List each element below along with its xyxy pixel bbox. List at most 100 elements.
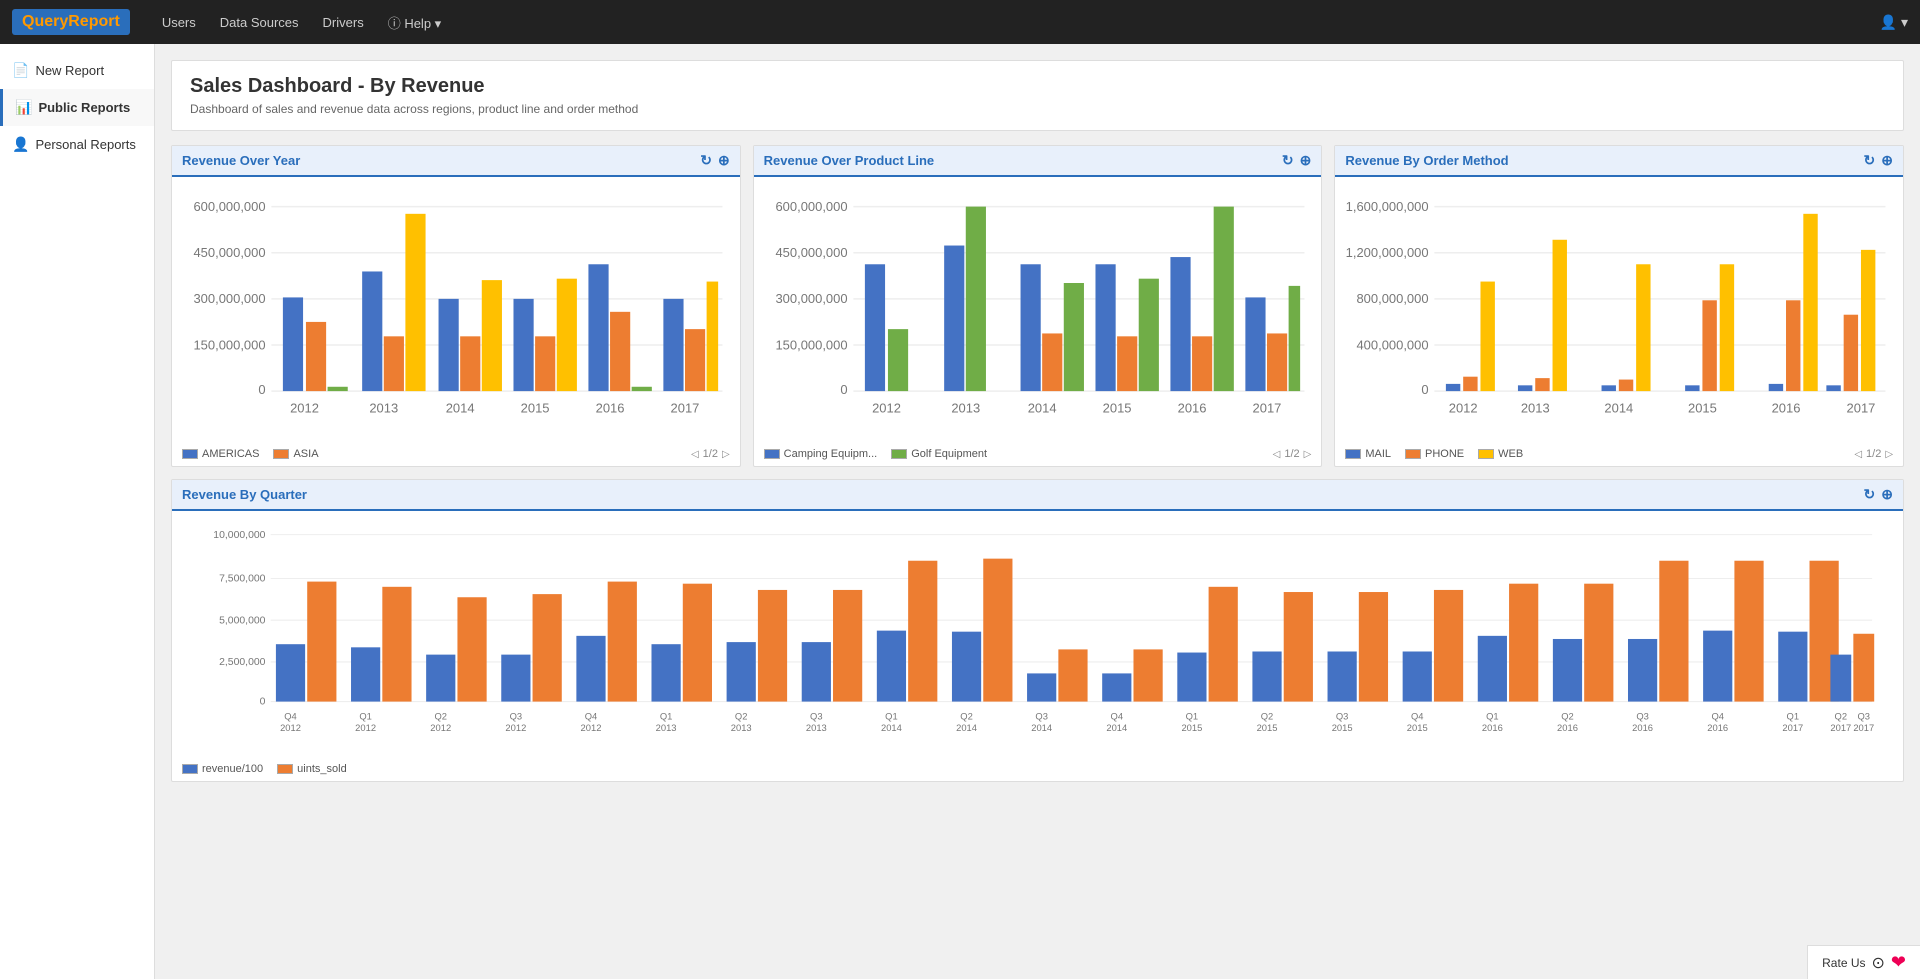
svg-text:450,000,000: 450,000,000: [193, 245, 265, 260]
nav-help[interactable]: ⓘ Help ▾: [388, 13, 442, 32]
svg-text:2016: 2016: [1707, 723, 1728, 733]
chart-actions-revenue-year: ↻ ⊕: [700, 152, 729, 169]
svg-text:2016: 2016: [1632, 723, 1653, 733]
svg-text:1,200,000,000: 1,200,000,000: [1346, 245, 1429, 260]
chart-title-quarter: Revenue By Quarter: [182, 487, 307, 502]
svg-text:7,500,000: 7,500,000: [219, 574, 266, 585]
main-content: Sales Dashboard - By Revenue Dashboard o…: [155, 44, 1920, 979]
chart-body-product-line: 600,000,000 450,000,000 300,000,000 150,…: [754, 177, 1322, 466]
sidebar-item-public-reports[interactable]: 📊 Public Reports: [0, 89, 154, 126]
legend-product-line: Camping Equipm... Golf Equipment ◁ 1/2 ▷: [764, 448, 1312, 460]
legend-label-phone: PHONE: [1425, 448, 1464, 460]
svg-text:Q1: Q1: [660, 712, 673, 722]
nav-drivers[interactable]: Drivers: [323, 15, 364, 30]
svg-text:2012: 2012: [290, 401, 319, 416]
svg-text:2017: 2017: [1782, 723, 1803, 733]
bar-chart-quarter: 10,000,000 7,500,000 5,000,000 2,500,000…: [182, 519, 1893, 759]
svg-text:600,000,000: 600,000,000: [193, 199, 265, 214]
legend-label-asia: ASIA: [293, 448, 318, 460]
legend-label-units-sold: uints_sold: [297, 763, 347, 775]
svg-text:2017: 2017: [1853, 723, 1874, 733]
svg-text:2013: 2013: [806, 723, 827, 733]
svg-text:Q3: Q3: [1336, 712, 1349, 722]
svg-text:Q3: Q3: [1858, 712, 1871, 722]
legend-label-golf: Golf Equipment: [911, 448, 987, 460]
rate-us-bar[interactable]: Rate Us ⊙ ❤: [1807, 945, 1920, 979]
bar-chart-product-line: 600,000,000 450,000,000 300,000,000 150,…: [764, 185, 1312, 444]
sidebar-label-personal-reports: Personal Reports: [35, 137, 135, 152]
svg-text:2016: 2016: [596, 401, 625, 416]
svg-text:2015: 2015: [1102, 401, 1131, 416]
svg-text:Q3: Q3: [810, 712, 823, 722]
legend-order-method: MAIL PHONE WEB ◁ 1/2 ▷: [1345, 448, 1893, 460]
svg-text:2014: 2014: [881, 723, 902, 733]
rate-icon: ❤: [1891, 952, 1906, 973]
legend-nav-year: ◁ 1/2 ▷: [691, 448, 730, 460]
svg-text:2012: 2012: [505, 723, 526, 733]
svg-text:2012: 2012: [872, 401, 901, 416]
svg-text:Q3: Q3: [1636, 712, 1649, 722]
svg-text:0: 0: [840, 382, 847, 397]
svg-text:Q1: Q1: [359, 712, 372, 722]
sidebar-item-new-report[interactable]: 📄 New Report: [0, 52, 154, 89]
legend-swatch-mail: [1345, 449, 1361, 459]
legend-revenue-year: AMERICAS ASIA ◁ 1/2 ▷: [182, 448, 730, 460]
nav-datasources[interactable]: Data Sources: [220, 15, 299, 30]
settings-btn-order[interactable]: ⊕: [1881, 152, 1893, 169]
svg-text:2013: 2013: [731, 723, 752, 733]
chart-title-product-line: Revenue Over Product Line: [764, 153, 935, 168]
nav-users[interactable]: Users: [162, 15, 196, 30]
github-icon: ⊙: [1872, 953, 1885, 973]
legend-swatch-asia: [273, 449, 289, 459]
svg-text:800,000,000: 800,000,000: [1357, 291, 1429, 306]
refresh-btn-year[interactable]: ↻: [700, 152, 712, 169]
legend-mail: MAIL: [1345, 448, 1391, 460]
chart-header-product-line: Revenue Over Product Line ↻ ⊕: [754, 146, 1322, 177]
sidebar-label-public-reports: Public Reports: [38, 100, 130, 115]
user-menu[interactable]: 👤 ▾: [1880, 14, 1908, 31]
legend-asia: ASIA: [273, 448, 318, 460]
svg-text:Q1: Q1: [1787, 712, 1800, 722]
chart-revenue-product-line: Revenue Over Product Line ↻ ⊕ 600,000,00…: [753, 145, 1323, 467]
svg-text:2014: 2014: [1027, 401, 1056, 416]
legend-swatch-units-sold: [277, 764, 293, 774]
settings-btn-quarter[interactable]: ⊕: [1881, 486, 1893, 503]
legend-prev-year[interactable]: ◁: [691, 449, 699, 460]
legend-prev-product[interactable]: ◁: [1273, 449, 1281, 460]
svg-text:2017: 2017: [1252, 401, 1281, 416]
settings-btn-year[interactable]: ⊕: [718, 152, 730, 169]
new-report-icon: 📄: [12, 62, 29, 79]
sidebar-item-personal-reports[interactable]: 👤 Personal Reports: [0, 126, 154, 163]
legend-prev-order[interactable]: ◁: [1854, 449, 1862, 460]
svg-text:2012: 2012: [430, 723, 451, 733]
brand-logo[interactable]: QueryReport: [12, 9, 130, 35]
svg-text:Q1: Q1: [1486, 712, 1499, 722]
chart-title-order-method: Revenue By Order Method: [1345, 153, 1508, 168]
legend-next-order[interactable]: ▷: [1885, 449, 1893, 460]
brand-text1: Query: [22, 13, 68, 30]
svg-text:2,500,000: 2,500,000: [219, 657, 266, 668]
svg-text:2015: 2015: [521, 401, 550, 416]
refresh-btn-product[interactable]: ↻: [1282, 152, 1294, 169]
svg-text:Q4: Q4: [585, 712, 598, 722]
svg-text:10,000,000: 10,000,000: [213, 530, 265, 541]
settings-btn-product[interactable]: ⊕: [1300, 152, 1312, 169]
public-reports-icon: 📊: [15, 99, 32, 116]
brand-text2: Report: [68, 13, 120, 30]
svg-text:Q2: Q2: [1561, 712, 1574, 722]
legend-phone: PHONE: [1405, 448, 1464, 460]
legend-nav-product: ◁ 1/2 ▷: [1273, 448, 1312, 460]
legend-next-product[interactable]: ▷: [1304, 449, 1312, 460]
chart-actions-product-line: ↻ ⊕: [1282, 152, 1311, 169]
svg-text:2013: 2013: [951, 401, 980, 416]
svg-text:1,600,000,000: 1,600,000,000: [1346, 199, 1429, 214]
refresh-btn-quarter[interactable]: ↻: [1864, 486, 1876, 503]
legend-next-year[interactable]: ▷: [722, 449, 730, 460]
svg-text:0: 0: [1422, 382, 1429, 397]
chart-header-revenue-year: Revenue Over Year ↻ ⊕: [172, 146, 740, 177]
dashboard-header: Sales Dashboard - By Revenue Dashboard o…: [171, 60, 1904, 131]
dashboard-title: Sales Dashboard - By Revenue: [190, 75, 1885, 98]
svg-text:2012: 2012: [280, 723, 301, 733]
svg-text:2014: 2014: [1031, 723, 1052, 733]
refresh-btn-order[interactable]: ↻: [1864, 152, 1876, 169]
